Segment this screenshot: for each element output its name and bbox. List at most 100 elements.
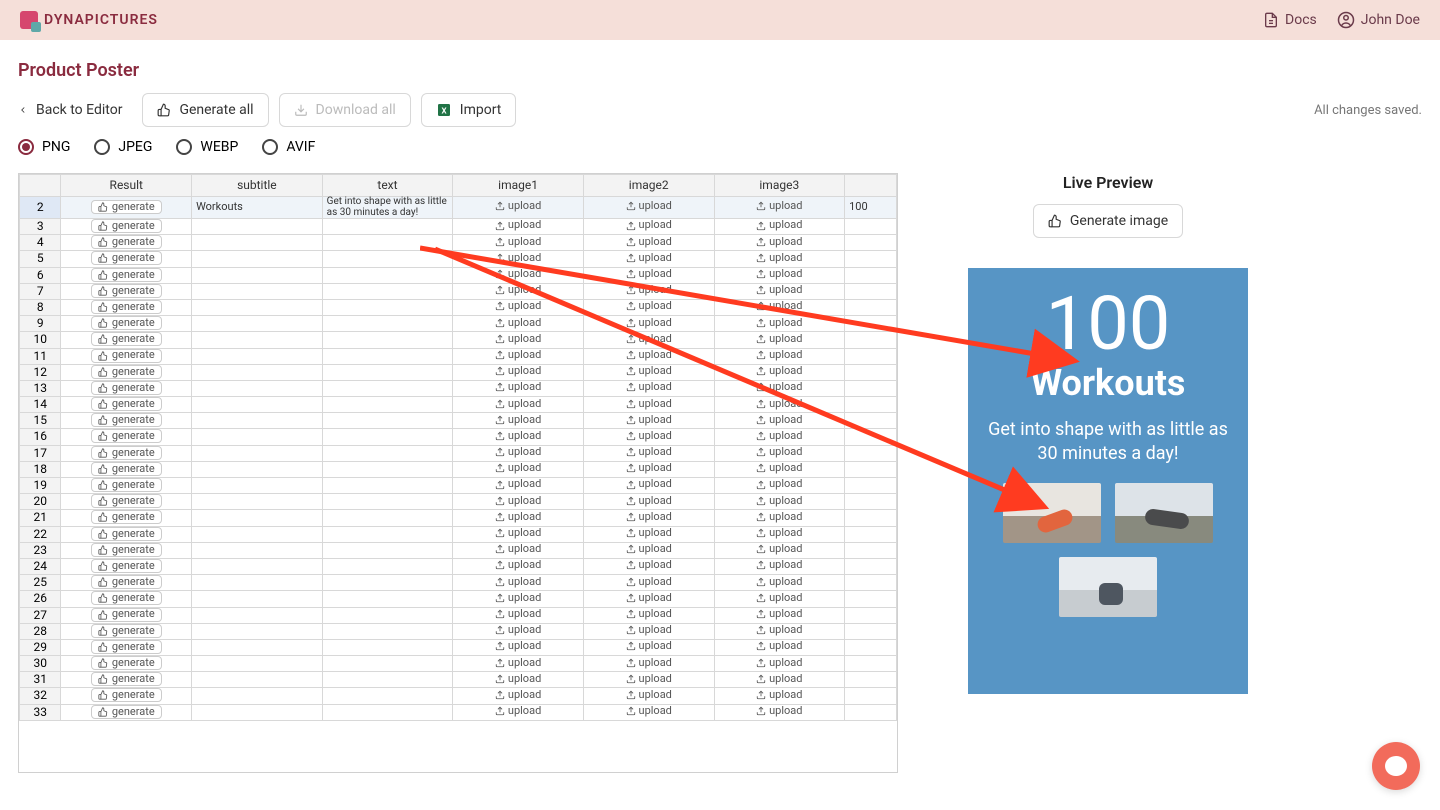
- generate-image-button[interactable]: Generate image: [1033, 204, 1183, 238]
- cell-subtitle[interactable]: [192, 510, 323, 526]
- column-header[interactable]: subtitle: [192, 175, 323, 197]
- upload-button[interactable]: upload: [756, 673, 802, 685]
- upload-button[interactable]: upload: [626, 657, 672, 669]
- column-header[interactable]: Result: [61, 175, 192, 197]
- chat-button[interactable]: [1372, 742, 1420, 790]
- table-row[interactable]: 15 generate upload upload upload: [20, 413, 897, 429]
- cell-extra[interactable]: [845, 510, 897, 526]
- table-row[interactable]: 5 generate upload upload upload: [20, 251, 897, 267]
- upload-button[interactable]: upload: [626, 219, 672, 231]
- cell-extra[interactable]: [845, 283, 897, 299]
- cell-extra[interactable]: [845, 672, 897, 688]
- table-row[interactable]: 17 generate upload upload upload: [20, 445, 897, 461]
- cell-text[interactable]: [322, 299, 453, 315]
- upload-button[interactable]: upload: [626, 430, 672, 442]
- cell-text[interactable]: [322, 575, 453, 591]
- cell-text[interactable]: [322, 429, 453, 445]
- cell-subtitle[interactable]: [192, 364, 323, 380]
- table-row[interactable]: 26 generate upload upload upload: [20, 591, 897, 607]
- upload-button[interactable]: upload: [756, 333, 802, 345]
- upload-button[interactable]: upload: [626, 284, 672, 296]
- upload-button[interactable]: upload: [626, 365, 672, 377]
- cell-subtitle[interactable]: [192, 445, 323, 461]
- table-row[interactable]: 22 generate upload upload upload: [20, 526, 897, 542]
- cell-subtitle[interactable]: [192, 704, 323, 720]
- upload-button[interactable]: upload: [495, 200, 541, 212]
- table-row[interactable]: 9 generate upload upload upload: [20, 316, 897, 332]
- cell-text[interactable]: [322, 461, 453, 477]
- table-row[interactable]: 11 generate upload upload upload: [20, 348, 897, 364]
- cell-text[interactable]: [322, 558, 453, 574]
- cell-extra[interactable]: [845, 299, 897, 315]
- format-radio-jpeg[interactable]: JPEG: [94, 139, 152, 155]
- upload-button[interactable]: upload: [495, 576, 541, 588]
- cell-subtitle[interactable]: [192, 332, 323, 348]
- upload-button[interactable]: upload: [756, 705, 802, 717]
- upload-button[interactable]: upload: [756, 317, 802, 329]
- table-row[interactable]: 30 generate upload upload upload: [20, 656, 897, 672]
- upload-button[interactable]: upload: [626, 640, 672, 652]
- table-row[interactable]: 2 generateWorkoutsGet into shape with as…: [20, 197, 897, 219]
- upload-button[interactable]: upload: [756, 252, 802, 264]
- table-row[interactable]: 24 generate upload upload upload: [20, 558, 897, 574]
- upload-button[interactable]: upload: [495, 349, 541, 361]
- upload-button[interactable]: upload: [495, 657, 541, 669]
- generate-button[interactable]: generate: [91, 300, 162, 314]
- generate-button[interactable]: generate: [91, 413, 162, 427]
- cell-text[interactable]: [322, 380, 453, 396]
- cell-text[interactable]: [322, 332, 453, 348]
- generate-button[interactable]: generate: [91, 608, 162, 622]
- cell-extra[interactable]: [845, 219, 897, 235]
- cell-text[interactable]: [322, 251, 453, 267]
- cell-extra[interactable]: [845, 688, 897, 704]
- cell-text[interactable]: [322, 704, 453, 720]
- upload-button[interactable]: upload: [495, 673, 541, 685]
- upload-button[interactable]: upload: [626, 559, 672, 571]
- cell-extra[interactable]: [845, 478, 897, 494]
- format-radio-webp[interactable]: WEBP: [176, 139, 238, 155]
- upload-button[interactable]: upload: [495, 478, 541, 490]
- cell-subtitle[interactable]: [192, 267, 323, 283]
- generate-button[interactable]: generate: [91, 478, 162, 492]
- upload-button[interactable]: upload: [495, 462, 541, 474]
- upload-button[interactable]: upload: [756, 592, 802, 604]
- upload-button[interactable]: upload: [626, 495, 672, 507]
- upload-button[interactable]: upload: [756, 608, 802, 620]
- table-row[interactable]: 14 generate upload upload upload: [20, 397, 897, 413]
- cell-subtitle[interactable]: [192, 542, 323, 558]
- upload-button[interactable]: upload: [626, 349, 672, 361]
- upload-button[interactable]: upload: [626, 414, 672, 426]
- upload-button[interactable]: upload: [756, 511, 802, 523]
- upload-button[interactable]: upload: [756, 640, 802, 652]
- cell-extra[interactable]: [845, 623, 897, 639]
- cell-extra[interactable]: [845, 429, 897, 445]
- table-row[interactable]: 7 generate upload upload upload: [20, 283, 897, 299]
- cell-text[interactable]: [322, 413, 453, 429]
- upload-button[interactable]: upload: [756, 495, 802, 507]
- cell-extra[interactable]: [845, 332, 897, 348]
- table-row[interactable]: 20 generate upload upload upload: [20, 494, 897, 510]
- cell-text[interactable]: [322, 623, 453, 639]
- generate-all-button[interactable]: Generate all: [142, 93, 268, 127]
- generate-button[interactable]: generate: [91, 200, 162, 214]
- cell-subtitle[interactable]: [192, 607, 323, 623]
- cell-subtitle[interactable]: [192, 316, 323, 332]
- cell-extra[interactable]: [845, 656, 897, 672]
- generate-button[interactable]: generate: [91, 624, 162, 638]
- cell-subtitle[interactable]: [192, 413, 323, 429]
- upload-button[interactable]: upload: [495, 236, 541, 248]
- generate-button[interactable]: generate: [91, 332, 162, 346]
- cell-subtitle[interactable]: [192, 397, 323, 413]
- generate-button[interactable]: generate: [91, 316, 162, 330]
- column-header[interactable]: text: [322, 175, 453, 197]
- cell-subtitle[interactable]: [192, 219, 323, 235]
- table-row[interactable]: 32 generate upload upload upload: [20, 688, 897, 704]
- cell-extra[interactable]: [845, 575, 897, 591]
- upload-button[interactable]: upload: [495, 689, 541, 701]
- column-header[interactable]: image1: [453, 175, 584, 197]
- cell-text[interactable]: [322, 510, 453, 526]
- upload-button[interactable]: upload: [626, 300, 672, 312]
- cell-extra[interactable]: [845, 704, 897, 720]
- upload-button[interactable]: upload: [626, 381, 672, 393]
- table-row[interactable]: 28 generate upload upload upload: [20, 623, 897, 639]
